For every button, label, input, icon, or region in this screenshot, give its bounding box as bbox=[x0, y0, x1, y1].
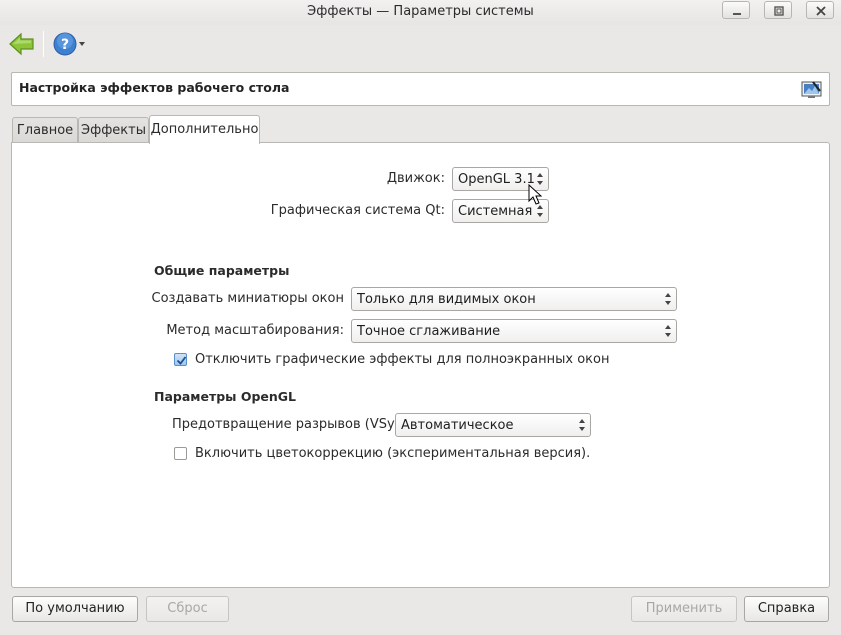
scale-method-select[interactable]: Точное сглаживание bbox=[351, 319, 677, 343]
module-title: Настройка эффектов рабочего стола bbox=[19, 80, 290, 95]
engine-label: Движок: bbox=[386, 171, 445, 186]
close-button[interactable] bbox=[806, 1, 834, 19]
svg-text:?: ? bbox=[61, 37, 69, 53]
select-arrows-icon bbox=[665, 325, 671, 337]
window-title: Эффекты — Параметры системы bbox=[307, 4, 534, 19]
qt-graphics-value: Системная bbox=[458, 204, 533, 219]
select-arrows-icon bbox=[579, 419, 585, 431]
back-button[interactable] bbox=[8, 31, 36, 57]
opengl-section-title: Параметры OpenGL bbox=[154, 389, 296, 404]
toolbar-separator bbox=[43, 31, 44, 57]
qt-graphics-label: Графическая система Qt: bbox=[270, 203, 445, 218]
vsync-label: Предотвращение разрывов (VSync) bbox=[172, 417, 416, 432]
tab-general[interactable]: Главное bbox=[12, 117, 78, 144]
desktop-effects-icon bbox=[801, 80, 822, 100]
module-header: Настройка эффектов рабочего стола bbox=[11, 72, 830, 106]
color-correction-label[interactable]: Включить цветокоррекцию (экспериментальн… bbox=[195, 446, 590, 461]
general-section-title: Общие параметры bbox=[154, 263, 290, 278]
thumbnails-value: Только для видимых окон bbox=[357, 292, 536, 307]
fullscreen-effects-checkbox[interactable] bbox=[174, 353, 187, 366]
select-arrows-icon bbox=[665, 293, 671, 305]
back-arrow-icon bbox=[9, 32, 34, 56]
vsync-value: Автоматическое bbox=[401, 418, 514, 433]
scale-method-value: Точное сглаживание bbox=[357, 324, 501, 339]
fullscreen-effects-label[interactable]: Отключить графические эффекты для полноэ… bbox=[195, 352, 609, 367]
color-correction-checkbox[interactable] bbox=[174, 447, 187, 460]
maximize-icon bbox=[774, 6, 784, 16]
close-icon bbox=[816, 6, 826, 16]
scale-method-label: Метод масштабирования: bbox=[166, 323, 344, 338]
tab-general-label: Главное bbox=[16, 123, 74, 138]
reset-button[interactable]: Сброс bbox=[146, 596, 229, 622]
engine-value: OpenGL 3.1 bbox=[458, 172, 535, 187]
defaults-button[interactable]: По умолчанию bbox=[12, 596, 138, 622]
maximize-button[interactable] bbox=[764, 1, 792, 19]
tab-advanced-label: Дополнительно bbox=[150, 122, 259, 137]
tab-advanced[interactable]: Дополнительно bbox=[149, 115, 260, 144]
thumbnails-label: Создавать миниатюры окон bbox=[151, 291, 345, 306]
thumbnails-select[interactable]: Только для видимых окон bbox=[351, 287, 677, 311]
help-menu-button[interactable]: ? bbox=[52, 30, 88, 58]
minimize-button[interactable] bbox=[722, 1, 750, 19]
help-button[interactable]: Справка bbox=[744, 596, 829, 622]
vsync-select[interactable]: Автоматическое bbox=[395, 413, 591, 437]
tab-effects[interactable]: Эффекты bbox=[78, 117, 149, 144]
tab-effects-label: Эффекты bbox=[81, 123, 146, 138]
title-bar: Эффекты — Параметры системы bbox=[0, 0, 841, 25]
select-arrows-icon bbox=[537, 205, 543, 217]
checkmark-icon bbox=[176, 356, 187, 365]
apply-button[interactable]: Применить bbox=[631, 596, 737, 622]
toolbar: ? bbox=[0, 25, 841, 65]
minimize-icon bbox=[733, 13, 741, 15]
mouse-cursor-icon bbox=[528, 184, 542, 205]
help-icon: ? bbox=[53, 32, 85, 56]
